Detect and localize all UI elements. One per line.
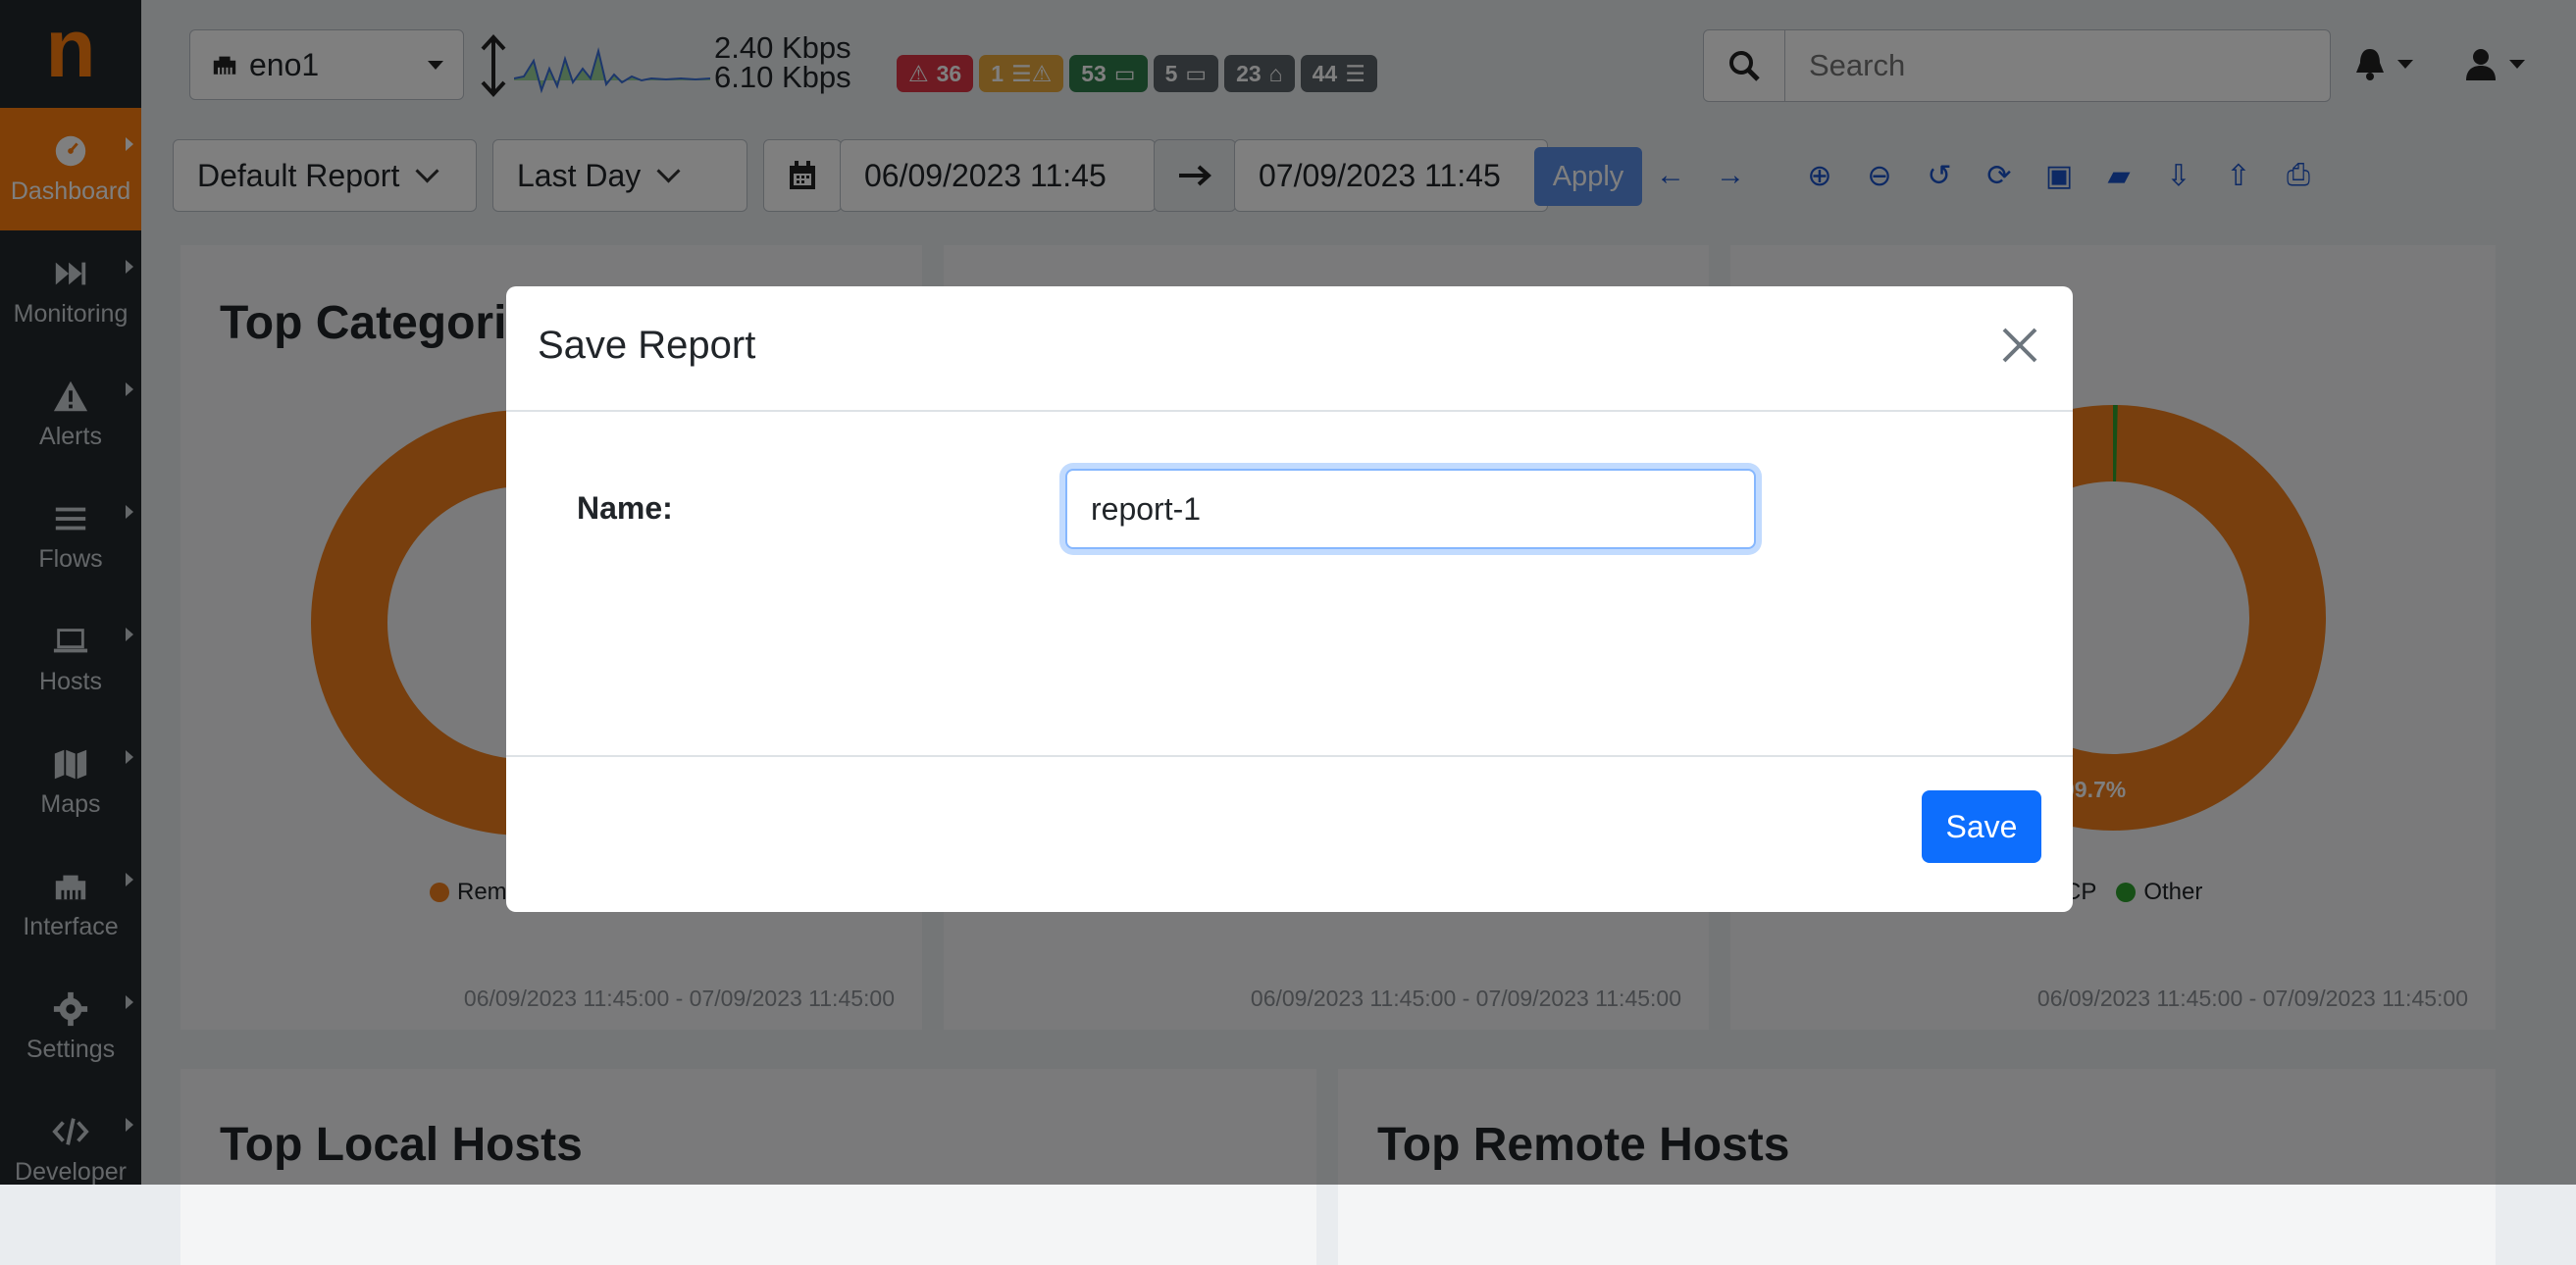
modal-footer: Save (506, 757, 2073, 914)
name-label: Name: (577, 490, 673, 526)
modal-body: Name: (506, 412, 2073, 757)
close-icon[interactable] (1996, 322, 2043, 369)
modal-title: Save Report (538, 324, 756, 367)
save-button[interactable]: Save (1922, 790, 2041, 863)
save-report-dialog: Save Report Name: Save (506, 286, 2073, 912)
report-name-input[interactable] (1065, 469, 1756, 549)
modal-header: Save Report (506, 286, 2073, 412)
